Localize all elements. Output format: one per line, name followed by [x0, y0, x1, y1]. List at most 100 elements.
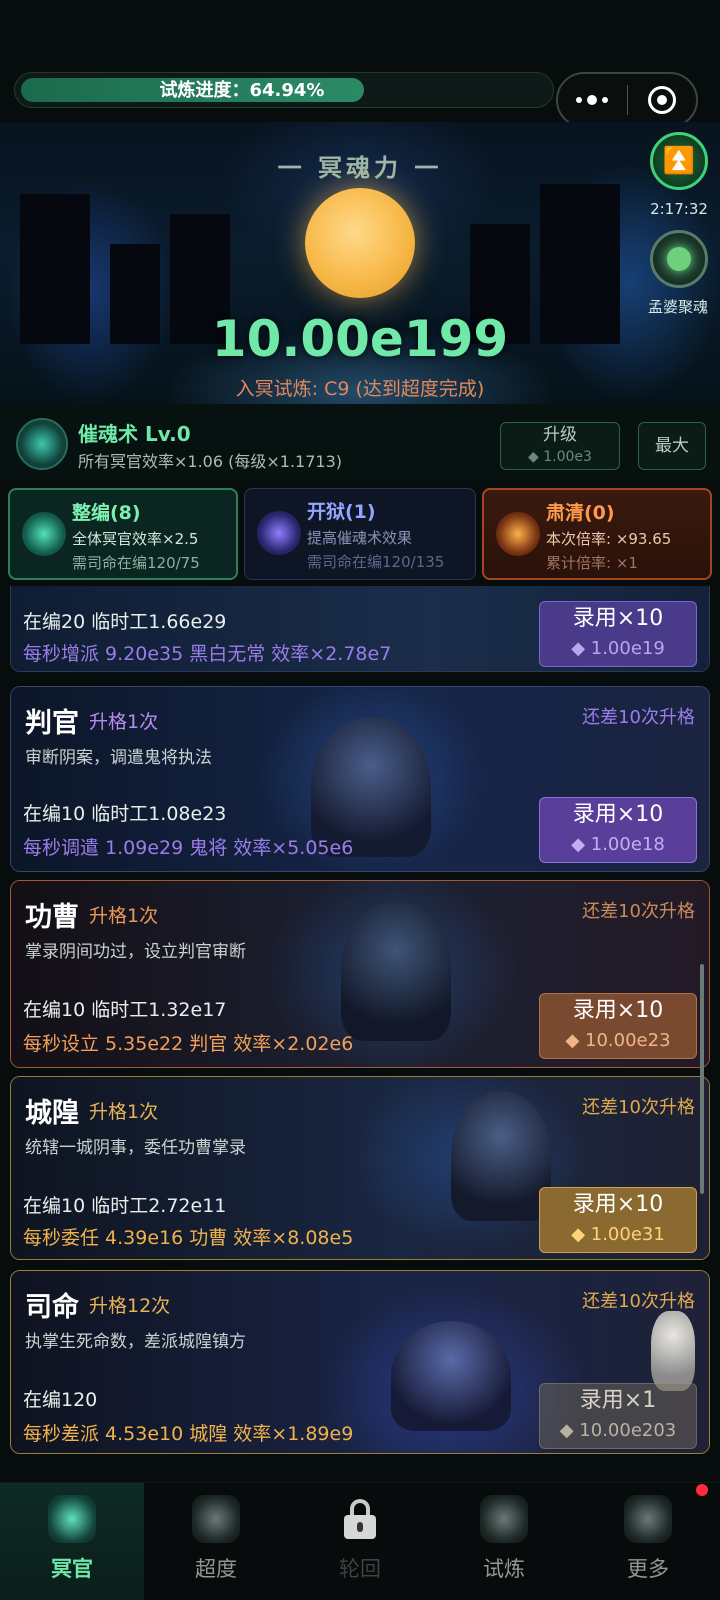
- hire-label: 录用×10: [572, 802, 664, 827]
- meng-po-mascot: [651, 1311, 695, 1391]
- salvation-icon: [192, 1495, 240, 1543]
- list-scrollbar[interactable]: [700, 964, 704, 1194]
- hire-cost: ◆ 10.00e203: [559, 1420, 677, 1441]
- official-card-judge: 判官 升格1次 审断阴案，调遣鬼将执法 还差10次升格 在编10 临时工1.08…: [10, 686, 710, 872]
- official-rank: 升格1次: [89, 1101, 159, 1123]
- staff-count: 在编120: [23, 1389, 98, 1411]
- boost-timer: 2:17:32: [650, 200, 708, 218]
- open-prison-card[interactable]: 开狱(1) 提高催魂术效果 需司命在编120/135: [244, 488, 476, 580]
- production-rate: 每秒差派 4.53e10 城隍 效率×1.89e9: [23, 1423, 354, 1445]
- official-name: 城隍: [25, 1098, 79, 1129]
- target-icon: [647, 86, 676, 114]
- soul-power-title: 一 冥魂力 一: [277, 154, 443, 182]
- official-desc: 审断阴案，调遣鬼将执法: [25, 748, 212, 768]
- promotion-needed: 还差10次升格: [582, 707, 695, 728]
- promotion-needed: 还差10次升格: [582, 1291, 695, 1312]
- soul-hurry-icon: [16, 418, 68, 470]
- tab-label: 轮回: [339, 1557, 381, 1581]
- fate-master-figure: [391, 1321, 511, 1431]
- tab-salvation[interactable]: 超度: [144, 1483, 288, 1600]
- officials-icon: [48, 1495, 96, 1543]
- reorganize-icon: [22, 512, 66, 556]
- hire-label: 录用×10: [572, 1192, 664, 1217]
- official-card-city-god: 城隍 升格1次 统辖一城阴事，委任功曹掌录 还差10次升格 在编10 临时工2.…: [10, 1076, 710, 1260]
- skill-row: 催魂术 Lv.0 所有冥官效率×1.06 (每级×1.1713) 升级 ◆ 1.…: [0, 404, 720, 480]
- card-title: 开狱(1): [307, 501, 376, 523]
- upgrade-label: 升级: [543, 425, 577, 445]
- card-line1: 提高催魂术效果: [307, 529, 413, 547]
- soul-power-value: 10.00e199: [211, 310, 509, 368]
- skill-max-button[interactable]: 最大: [638, 422, 706, 470]
- card-line2: 累计倍率: ×1: [546, 554, 638, 572]
- purge-icon: [496, 512, 540, 556]
- notification-badge: [696, 1484, 708, 1496]
- boost-button[interactable]: ⏫: [650, 132, 708, 190]
- tab-officials[interactable]: 冥官: [0, 1483, 144, 1600]
- more-icon: [624, 1495, 672, 1543]
- official-name: 判官: [25, 708, 79, 739]
- card-line1: 本次倍率: ×93.65: [546, 530, 672, 548]
- meng-po-label: 孟婆聚魂: [647, 298, 708, 316]
- purge-card[interactable]: 肃清(0) 本次倍率: ×93.65 累计倍率: ×1: [482, 488, 712, 580]
- card-title: 肃清(0): [546, 502, 615, 524]
- staff-count: 在编10 临时工1.32e17: [23, 999, 227, 1021]
- city-god-figure: [451, 1091, 551, 1221]
- tab-more[interactable]: 更多: [576, 1483, 720, 1600]
- soul-gather-icon: [667, 247, 691, 271]
- production-rate: 每秒调遣 1.09e29 鬼将 效率×5.05e6: [23, 837, 354, 859]
- hire-button[interactable]: 录用×10 ◆ 1.00e18: [539, 797, 697, 863]
- open-prison-icon: [257, 511, 301, 555]
- official-card-clerk: 功曹 升格1次 掌录阴间功过，设立判官审断 还差10次升格 在编10 临时工1.…: [10, 880, 710, 1068]
- official-desc: 执掌生死命数，差派城隍镇方: [25, 1332, 246, 1352]
- mini-program-capsule: [556, 72, 698, 128]
- production-rate: 每秒设立 5.35e22 判官 效率×2.02e6: [23, 1033, 354, 1055]
- hero-banner: 一 冥魂力 一 10.00e199 入冥试炼: C9 (达到超度完成): [0, 122, 720, 404]
- soul-orb[interactable]: [305, 188, 415, 298]
- hire-label: 录用×10: [572, 998, 664, 1023]
- official-card-black-white: 在编20 临时工1.66e29 每秒增派 9.20e35 黑白无常 效率×2.7…: [10, 586, 710, 672]
- more-dots-icon: [576, 95, 609, 105]
- hire-button[interactable]: 录用×10 ◆ 10.00e23: [539, 993, 697, 1059]
- tab-label: 更多: [627, 1557, 669, 1581]
- boost-icon: ⏫: [662, 146, 696, 176]
- trial-icon: [480, 1495, 528, 1543]
- staff-count: 在编20 临时工1.66e29: [23, 611, 227, 633]
- hire-cost: ◆ 1.00e18: [571, 834, 665, 855]
- hire-button[interactable]: 录用×1 ◆ 10.00e203: [539, 1383, 697, 1449]
- tab-trial[interactable]: 试炼: [432, 1483, 576, 1600]
- lock-icon: [342, 1499, 378, 1539]
- bottom-nav: 冥官 超度 轮回 试炼 更多: [0, 1482, 720, 1600]
- official-desc: 掌录阴间功过，设立判官审断: [25, 942, 246, 962]
- hire-button[interactable]: 录用×10 ◆ 1.00e19: [539, 601, 697, 667]
- skill-upgrade-button[interactable]: 升级 ◆ 1.00e3: [500, 422, 620, 470]
- card-line2: 需司命在编120/135: [307, 553, 445, 571]
- trial-progress-bar: 试炼进度：64.94%: [14, 72, 554, 108]
- card-title: 整编(8): [72, 502, 141, 524]
- official-rank: 升格1次: [89, 905, 159, 927]
- hire-cost: ◆ 1.00e31: [571, 1224, 665, 1245]
- trial-status-text: 入冥试炼: C9 (达到超度完成): [235, 378, 485, 400]
- tab-reincarnation[interactable]: 轮回: [288, 1483, 432, 1600]
- reorganize-card[interactable]: 整编(8) 全体冥官效率×2.5 需司命在编120/75: [8, 488, 238, 580]
- tab-label: 超度: [195, 1557, 237, 1581]
- trial-progress-label: 试炼进度：64.94%: [159, 80, 325, 101]
- upgrade-cost: ◆ 1.00e3: [528, 449, 592, 465]
- official-rank: 升格1次: [89, 711, 159, 733]
- clerk-figure: [341, 901, 451, 1041]
- close-mini-program-button[interactable]: [628, 74, 697, 126]
- official-name: 司命: [25, 1292, 79, 1323]
- hire-label: 录用×10: [572, 606, 664, 631]
- hire-button[interactable]: 录用×10 ◆ 1.00e31: [539, 1187, 697, 1253]
- staff-count: 在编10 临时工1.08e23: [23, 803, 227, 825]
- official-card-fate-master: 司命 升格12次 执掌生死命数，差派城隍镇方 还差10次升格 在编120 每秒差…: [10, 1270, 710, 1454]
- more-menu-button[interactable]: [558, 74, 627, 126]
- staff-count: 在编10 临时工2.72e11: [23, 1195, 227, 1217]
- tab-label: 冥官: [51, 1557, 93, 1581]
- production-rate: 每秒增派 9.20e35 黑白无常 效率×2.78e7: [23, 643, 392, 665]
- official-name: 功曹: [25, 902, 79, 933]
- skill-description: 所有冥官效率×1.06 (每级×1.1713): [78, 452, 342, 471]
- skill-name: 催魂术 Lv.0: [78, 422, 191, 446]
- official-list[interactable]: 在编20 临时工1.66e29 每秒增派 9.20e35 黑白无常 效率×2.7…: [0, 586, 720, 1486]
- hire-cost: ◆ 1.00e19: [571, 638, 665, 659]
- meng-po-button[interactable]: [650, 230, 708, 288]
